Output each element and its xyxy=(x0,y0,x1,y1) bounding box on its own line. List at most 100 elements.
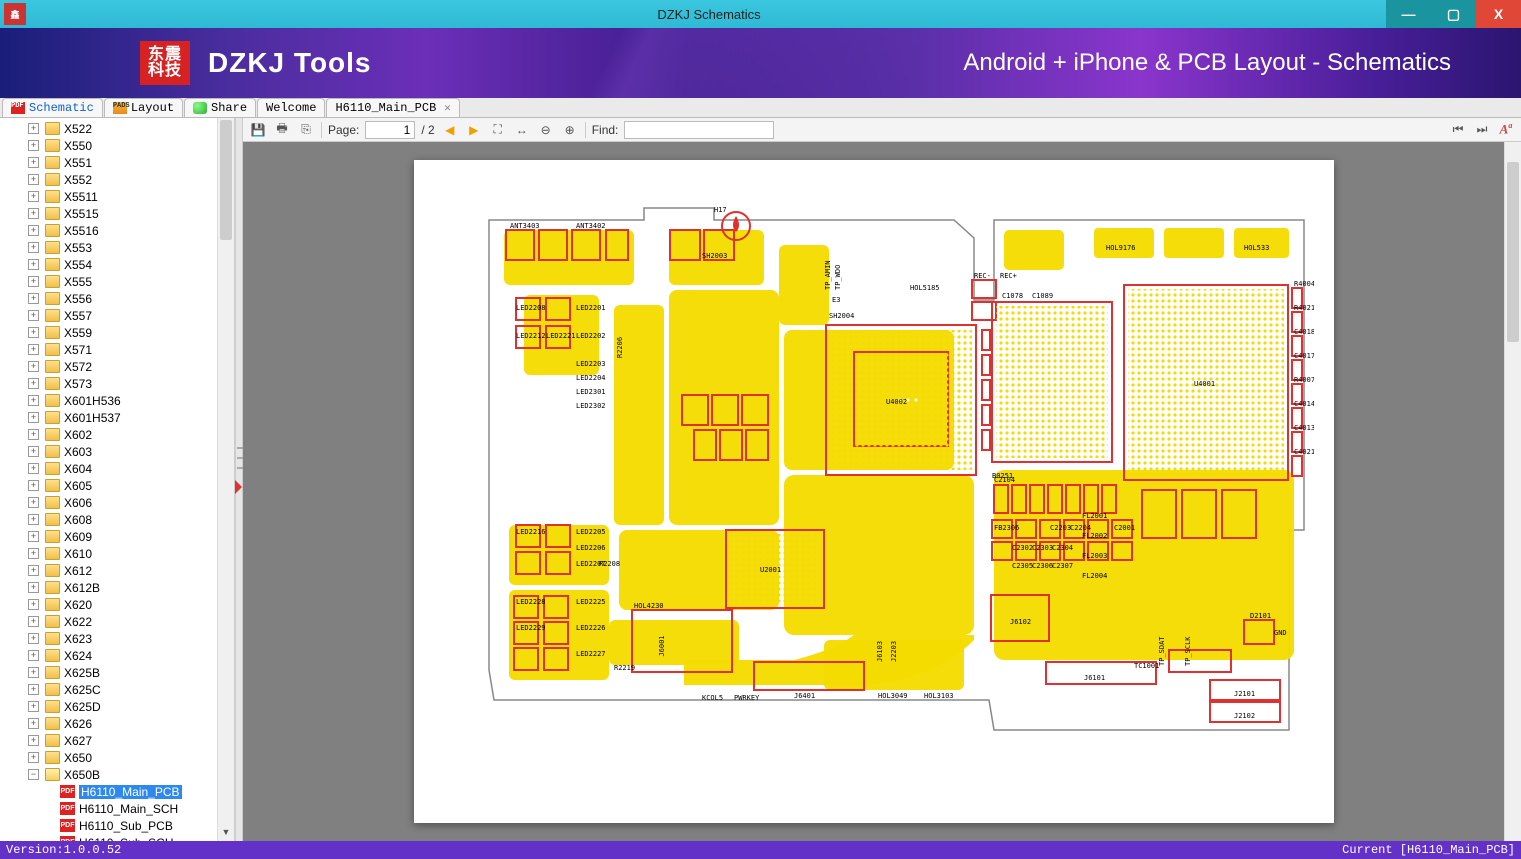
tab-share[interactable]: Share xyxy=(184,98,256,117)
expand-icon[interactable] xyxy=(28,480,39,491)
tree-folder[interactable]: X608 xyxy=(0,511,234,528)
tree-folder[interactable]: X627 xyxy=(0,732,234,749)
tree-folder[interactable]: X625D xyxy=(0,698,234,715)
tree-folder[interactable]: X620 xyxy=(0,596,234,613)
tree-folder[interactable]: X603 xyxy=(0,443,234,460)
pcb-layout[interactable]: H17 SH2003 SH2004 U4002 U2001 U4001 HOL5… xyxy=(434,190,1314,770)
splitter[interactable] xyxy=(235,118,243,841)
tree-folder[interactable]: X622 xyxy=(0,613,234,630)
tree-folder-open[interactable]: X650B xyxy=(0,766,234,783)
expand-icon[interactable] xyxy=(28,531,39,542)
tree-folder[interactable]: X601H537 xyxy=(0,409,234,426)
viewer-scrollbar-thumb[interactable] xyxy=(1507,162,1519,342)
expand-icon[interactable] xyxy=(28,310,39,321)
tree-folder[interactable]: X573 xyxy=(0,375,234,392)
tree-folder[interactable]: X602 xyxy=(0,426,234,443)
expand-icon[interactable] xyxy=(28,429,39,440)
expand-icon[interactable] xyxy=(28,735,39,746)
expand-icon[interactable] xyxy=(28,548,39,559)
tree-file[interactable]: PDFH6110_Main_SCH xyxy=(0,800,234,817)
scrollbar-thumb[interactable] xyxy=(220,120,232,240)
tab-layout[interactable]: PADS Layout xyxy=(104,98,183,117)
expand-icon[interactable] xyxy=(28,344,39,355)
expand-icon[interactable] xyxy=(28,446,39,457)
tree-file[interactable]: PDFH6110_Sub_SCH xyxy=(0,834,234,841)
tree-folder[interactable]: X610 xyxy=(0,545,234,562)
expand-icon[interactable] xyxy=(28,361,39,372)
tree-folder[interactable]: X609 xyxy=(0,528,234,545)
expand-icon[interactable] xyxy=(28,599,39,610)
tree-folder[interactable]: X552 xyxy=(0,171,234,188)
expand-icon[interactable] xyxy=(28,140,39,151)
expand-icon[interactable] xyxy=(28,293,39,304)
expand-icon[interactable] xyxy=(28,684,39,695)
expand-icon[interactable] xyxy=(28,752,39,763)
expand-icon[interactable] xyxy=(28,174,39,185)
expand-icon[interactable] xyxy=(28,276,39,287)
expand-icon[interactable] xyxy=(28,191,39,202)
expand-icon[interactable] xyxy=(28,582,39,593)
tree-folder[interactable]: X5515 xyxy=(0,205,234,222)
scroll-down-icon[interactable]: ▼ xyxy=(218,824,234,841)
find-prev-button[interactable]: ⏮ xyxy=(1449,121,1467,139)
font-size-button[interactable]: Aa xyxy=(1497,121,1515,139)
expand-icon[interactable] xyxy=(28,157,39,168)
expand-icon[interactable] xyxy=(28,565,39,576)
next-page-button[interactable]: ▶ xyxy=(465,121,483,139)
find-input[interactable] xyxy=(624,121,774,139)
expand-icon[interactable] xyxy=(28,242,39,253)
close-tab-icon[interactable]: ✕ xyxy=(444,101,451,115)
page-number-input[interactable] xyxy=(365,121,415,139)
sidebar-scrollbar[interactable]: ▲ ▼ xyxy=(217,118,234,841)
expand-icon[interactable] xyxy=(28,463,39,474)
expand-icon[interactable] xyxy=(28,667,39,678)
prev-page-button[interactable]: ◀ xyxy=(441,121,459,139)
maximize-button[interactable]: ▢ xyxy=(1431,0,1476,28)
tree-file[interactable]: PDFH6110_Main_PCB xyxy=(0,783,234,800)
tree-folder[interactable]: X550 xyxy=(0,137,234,154)
tree-folder[interactable]: X625B xyxy=(0,664,234,681)
tree-folder[interactable]: X554 xyxy=(0,256,234,273)
expand-icon[interactable] xyxy=(28,718,39,729)
tree-folder[interactable]: X612 xyxy=(0,562,234,579)
expand-icon[interactable] xyxy=(28,514,39,525)
tab-current-document[interactable]: H6110_Main_PCB ✕ xyxy=(326,98,459,117)
tree-folder[interactable]: X559 xyxy=(0,324,234,341)
fit-page-button[interactable]: ⛶ xyxy=(489,121,507,139)
expand-icon[interactable] xyxy=(28,225,39,236)
print-button[interactable]: 🖶 xyxy=(273,121,291,139)
tree-folder[interactable]: X623 xyxy=(0,630,234,647)
viewer-scrollbar[interactable] xyxy=(1504,142,1521,841)
tree-file[interactable]: PDFH6110_Sub_PCB xyxy=(0,817,234,834)
expand-icon[interactable] xyxy=(28,616,39,627)
tree-folder[interactable]: X650 xyxy=(0,749,234,766)
expand-icon[interactable] xyxy=(28,395,39,406)
close-button[interactable]: X xyxy=(1476,0,1521,28)
tree-folder[interactable]: X605 xyxy=(0,477,234,494)
expand-icon[interactable] xyxy=(28,208,39,219)
tab-welcome[interactable]: Welcome xyxy=(257,98,325,117)
expand-icon[interactable] xyxy=(28,497,39,508)
expand-icon[interactable] xyxy=(28,412,39,423)
expand-icon[interactable] xyxy=(28,378,39,389)
tree-folder[interactable]: X626 xyxy=(0,715,234,732)
tree-folder[interactable]: X601H536 xyxy=(0,392,234,409)
tree-folder[interactable]: X5516 xyxy=(0,222,234,239)
tree-folder[interactable]: X522 xyxy=(0,120,234,137)
tree-folder[interactable]: X624 xyxy=(0,647,234,664)
tree-folder[interactable]: X553 xyxy=(0,239,234,256)
splitter-collapse-icon[interactable] xyxy=(235,480,242,494)
zoom-in-button[interactable]: ⊕ xyxy=(561,121,579,139)
tree-folder[interactable]: X572 xyxy=(0,358,234,375)
tree-folder[interactable]: X604 xyxy=(0,460,234,477)
tree-folder[interactable]: X571 xyxy=(0,341,234,358)
tree-folder[interactable]: X606 xyxy=(0,494,234,511)
tree-folder[interactable]: X551 xyxy=(0,154,234,171)
expand-icon[interactable] xyxy=(28,633,39,644)
tree-folder[interactable]: X555 xyxy=(0,273,234,290)
copy-button[interactable]: ⎘ xyxy=(297,121,315,139)
expand-icon[interactable] xyxy=(28,701,39,712)
tree-folder[interactable]: X612B xyxy=(0,579,234,596)
expand-icon[interactable] xyxy=(28,259,39,270)
expand-icon[interactable] xyxy=(28,650,39,661)
